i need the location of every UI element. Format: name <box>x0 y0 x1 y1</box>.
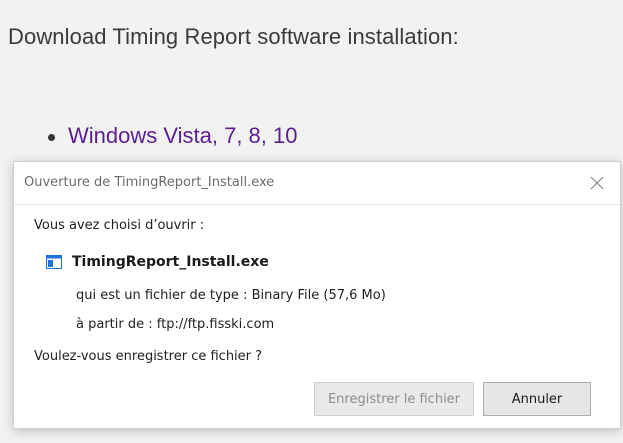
file-row: TimingReport_Install.exe <box>46 254 269 270</box>
download-link-windows[interactable]: Windows Vista, 7, 8, 10 <box>48 121 298 151</box>
page: Download Timing Report software installa… <box>0 0 623 443</box>
cancel-button[interactable]: Annuler <box>483 382 591 416</box>
page-heading: Download Timing Report software installa… <box>8 24 459 49</box>
file-type-info: qui est un fichier de type : Binary File… <box>76 288 386 303</box>
dialog-titlebar: Ouverture de TimingReport_Install.exe <box>14 162 620 205</box>
file-source-info: à partir de : ftp://ftp.fisski.com <box>76 317 275 332</box>
save-question: Voulez-vous enregistrer ce fichier ? <box>34 349 263 364</box>
close-button[interactable] <box>584 170 610 196</box>
open-file-dialog: Ouverture de TimingReport_Install.exe Vo… <box>13 161 621 429</box>
dialog-title: Ouverture de TimingReport_Install.exe <box>24 175 275 190</box>
application-window-icon <box>46 255 62 269</box>
dialog-prompt: Vous avez choisi d’ouvrir : <box>34 218 205 233</box>
download-list: Windows Vista, 7, 8, 10 <box>48 121 298 151</box>
file-name: TimingReport_Install.exe <box>72 254 269 270</box>
close-icon <box>590 176 604 190</box>
save-file-button[interactable]: Enregistrer le fichier <box>314 382 474 416</box>
